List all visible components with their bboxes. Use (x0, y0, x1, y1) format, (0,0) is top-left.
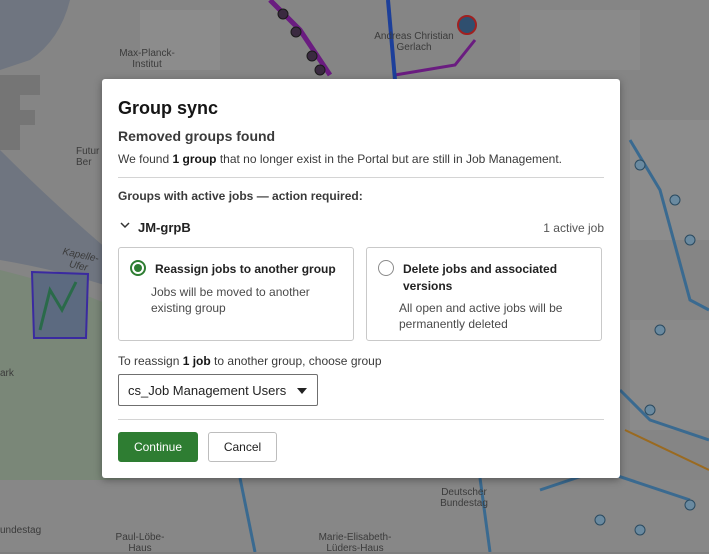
map-label-futur: Futur Ber (76, 146, 100, 168)
group-sync-dialog: Group sync Removed groups found We found… (102, 79, 620, 478)
dialog-title: Group sync (118, 98, 219, 118)
map-label-marie-elisabeth: Marie-Elisabeth- Lüders-Haus (318, 532, 392, 554)
option-reassign-title: Reassign jobs to another group (155, 262, 336, 276)
description-suffix: that no longer exist in the Portal but a… (216, 152, 563, 166)
group-name: JM-grpB (138, 220, 191, 235)
map-label-andreas: Andreas Christian Gerlach (374, 31, 454, 53)
divider-bottom (118, 419, 604, 420)
reassign-suffix: to another group, choose group (210, 354, 382, 368)
group-row[interactable]: JM-grpB 1 active job (118, 220, 604, 236)
caret-down-icon (297, 388, 307, 394)
option-reassign-description: Jobs will be moved to another existing g… (151, 285, 310, 315)
dialog-description: We found 1 group that no longer exist in… (118, 152, 562, 166)
radio-reassign[interactable] (130, 260, 146, 276)
group-active-count: 1 active job (543, 221, 604, 235)
reassign-count: 1 job (182, 354, 211, 368)
description-count: 1 group (172, 152, 217, 166)
divider-top (118, 177, 604, 178)
group-select[interactable]: cs_Job Management Users (118, 374, 318, 406)
radio-delete[interactable] (378, 260, 394, 276)
reassign-prefix: To reassign (118, 354, 183, 368)
option-delete-title: Delete jobs and associated versions (403, 262, 558, 293)
map-label-max-planck: Max-Planck- Institut (119, 48, 175, 70)
reassign-label: To reassign 1 job to another group, choo… (118, 354, 382, 368)
option-delete[interactable]: Delete jobs and associated versions All … (366, 247, 602, 341)
option-reassign[interactable]: Reassign jobs to another group Jobs will… (118, 247, 354, 341)
chevron-down-icon[interactable] (120, 220, 130, 233)
cancel-button[interactable]: Cancel (208, 432, 277, 462)
dialog-subtitle: Removed groups found (118, 128, 276, 144)
description-prefix: We found (118, 152, 173, 166)
continue-button[interactable]: Continue (118, 432, 198, 462)
option-delete-description: All open and active jobs will be permane… (399, 301, 563, 331)
map-label-ark: ark (0, 368, 14, 379)
map-label-deutscher: Deutscher Bundestag (440, 487, 488, 509)
section-label: Groups with active jobs — action require… (118, 189, 363, 203)
map-label-undestag: undestag (0, 525, 42, 536)
map-label-paul-loebe: Paul-Löbe- Haus (115, 532, 165, 554)
group-select-value: cs_Job Management Users (128, 383, 287, 398)
